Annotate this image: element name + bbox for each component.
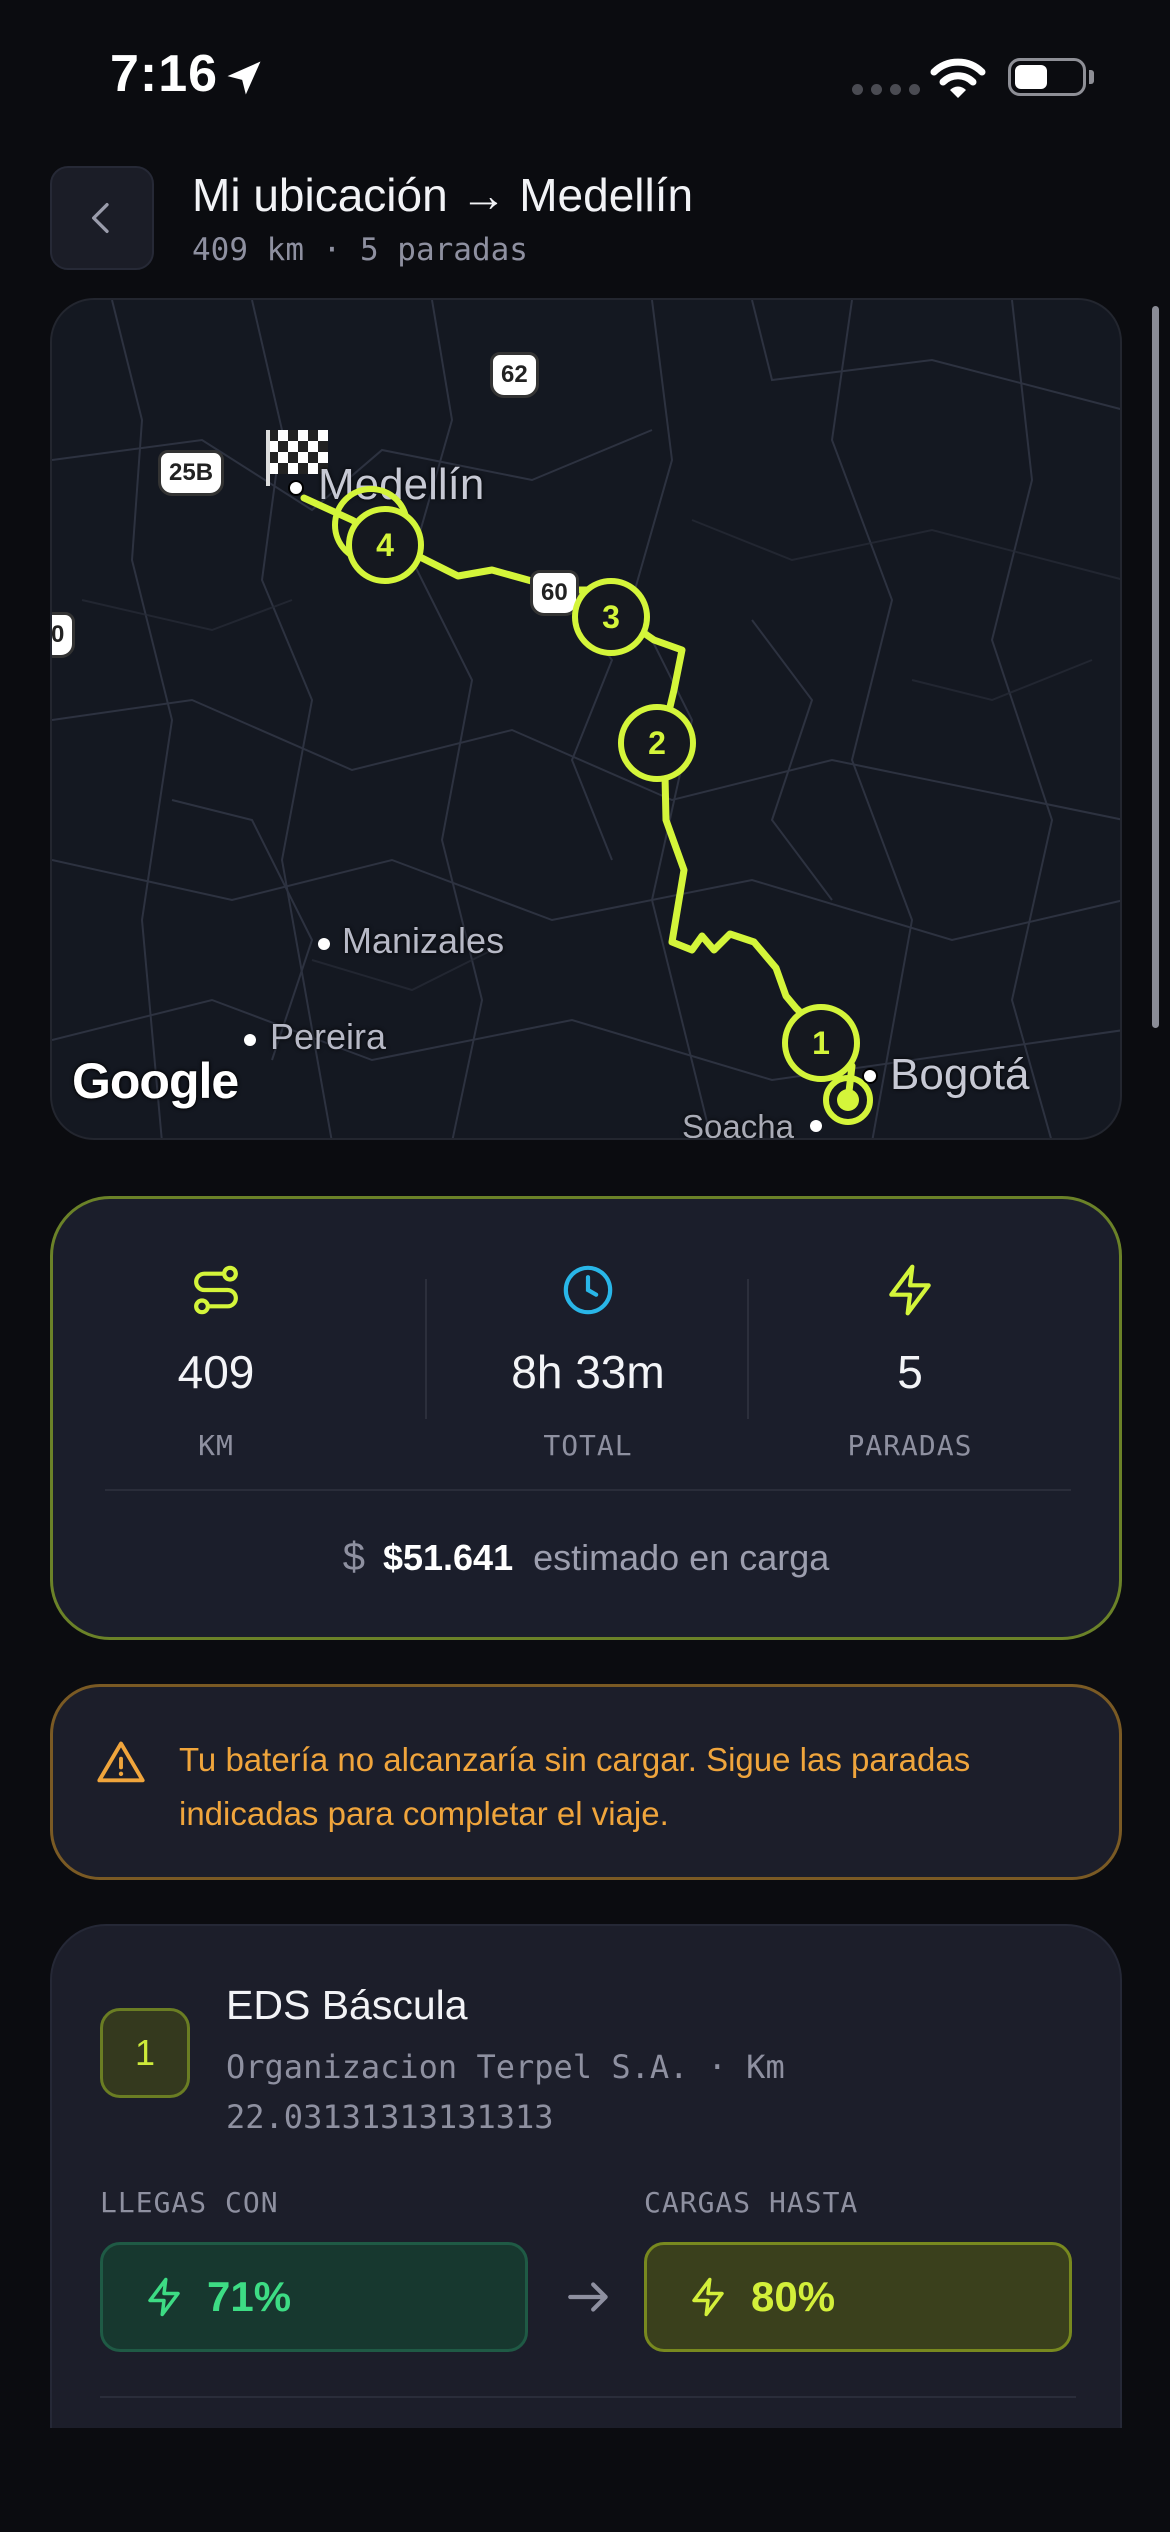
- stop-detail: Organizacion Terpel S.A. · Km 22.0313131…: [226, 2048, 785, 2136]
- cost-amount: $51.641: [382, 1537, 514, 1578]
- stat-distance-label: KM: [198, 1429, 234, 1462]
- arrive-battery-pill: 71%: [100, 2242, 528, 2352]
- charge-target-value: 80%: [751, 2273, 836, 2320]
- warning-text: Tu batería no alcanzaría sin cargar. Sig…: [179, 1741, 971, 1832]
- bolt-icon: [692, 2277, 724, 2317]
- estimated-cost: $ $51.641 estimado en carga: [53, 1535, 1119, 1580]
- battery-icon: [1008, 58, 1086, 96]
- stop-number-badge: 1: [100, 2008, 190, 2098]
- route-icon: [194, 1265, 238, 1315]
- trip-summary-card: 409 KM 8h 33m TOTAL 5 PARADAS $ $51.641 es…: [50, 1196, 1122, 1640]
- stat-stops: 5 PARADAS: [749, 1259, 1071, 1462]
- google-logo: Google: [72, 1053, 239, 1109]
- city-soacha: Soacha: [682, 1108, 794, 1140]
- stat-duration-value: 8h 33m: [511, 1346, 665, 1398]
- stop-marker-4[interactable]: 4: [346, 506, 424, 584]
- stat-distance-value: 409: [177, 1346, 255, 1398]
- map-background: [52, 300, 1120, 1138]
- road-shield-25b: 25B: [158, 450, 225, 496]
- status-bar: 7:16: [0, 0, 1170, 150]
- location-arrow-icon: [227, 61, 261, 95]
- bolt-icon: [148, 2277, 180, 2317]
- clock-icon: [563, 1265, 613, 1315]
- road-shield-62: 62: [490, 352, 539, 398]
- charge-target-pill: 80%: [644, 2242, 1072, 2352]
- stop-marker-1[interactable]: 1: [782, 1004, 860, 1082]
- signal-icon: [852, 84, 920, 95]
- battery-warning: Tu batería no alcanzaría sin cargar. Sig…: [50, 1684, 1122, 1880]
- stat-duration: 8h 33m TOTAL: [427, 1259, 749, 1462]
- charge-label: CARGAS HASTA: [644, 2186, 859, 2219]
- road-shield-60: 60: [530, 570, 579, 616]
- dollar-icon: $: [342, 1535, 365, 1579]
- bolt-icon: [889, 1264, 931, 1316]
- stat-distance: 409 KM: [55, 1259, 377, 1462]
- route-subtitle: 409 km · 5 paradas: [192, 232, 528, 268]
- status-time: 7:16: [110, 45, 219, 103]
- city-manizales: Manizales: [342, 920, 505, 961]
- wifi-icon: [930, 58, 986, 98]
- stop-marker-2[interactable]: 2: [618, 704, 696, 782]
- arrow-right-icon: [568, 2282, 608, 2312]
- route-map[interactable]: 62 25B 60 0 Medellín Manizales Pereira B…: [50, 298, 1122, 1140]
- chevron-left-icon: [92, 203, 109, 233]
- stat-stops-label: PARADAS: [847, 1429, 973, 1462]
- arrive-label: LLEGAS CON: [100, 2186, 279, 2219]
- cost-label: estimado en carga: [533, 1537, 830, 1578]
- warning-triangle-icon: [97, 1741, 145, 1783]
- scrollbar[interactable]: [1152, 306, 1159, 1028]
- arrive-battery-value: 71%: [207, 2273, 292, 2320]
- page-title: Mi ubicación → Medellín: [192, 169, 694, 221]
- city-pereira: Pereira: [270, 1016, 387, 1057]
- stat-duration-label: TOTAL: [543, 1429, 633, 1462]
- stop-marker-3[interactable]: 3: [572, 578, 650, 656]
- city-bogota: Bogotá: [890, 1050, 1030, 1099]
- stat-stops-value: 5: [897, 1346, 923, 1398]
- back-button[interactable]: [50, 166, 154, 270]
- stop-name: EDS Báscula: [226, 1982, 468, 2028]
- road-shield-0: 0: [52, 612, 76, 658]
